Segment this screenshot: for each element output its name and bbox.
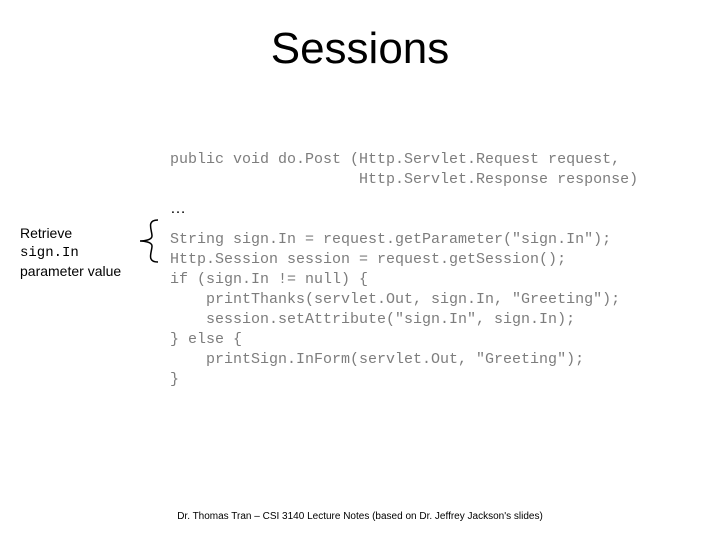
ellipsis: … [170,200,186,218]
brace-icon [136,218,164,264]
annotation-line: Retrieve [20,225,72,241]
annotation-line: sign.In [20,245,79,261]
code-line: printSign.InForm(servlet.Out, "Greeting"… [170,351,584,368]
code-line: } else { [170,331,242,348]
code-line: } [170,371,179,388]
annotation-line: parameter value [20,263,121,279]
code-line: printThanks(servlet.Out, sign.In, "Greet… [170,291,620,308]
code-line: Http.Servlet.Response response) [170,171,638,188]
code-line: if (sign.In != null) { [170,271,368,288]
code-line: String sign.In = request.getParameter("s… [170,231,611,248]
code-block: public void do.Post (Http.Servlet.Reques… [170,150,638,390]
slide-footer: Dr. Thomas Tran – CSI 3140 Lecture Notes… [0,511,720,522]
slide-title: Sessions [0,24,720,74]
code-line: Http.Session session = request.getSessio… [170,251,566,268]
code-line: session.setAttribute("sign.In", sign.In)… [170,311,575,328]
code-line: public void do.Post (Http.Servlet.Reques… [170,151,620,168]
annotation-label: Retrieve sign.In parameter value [20,224,121,280]
